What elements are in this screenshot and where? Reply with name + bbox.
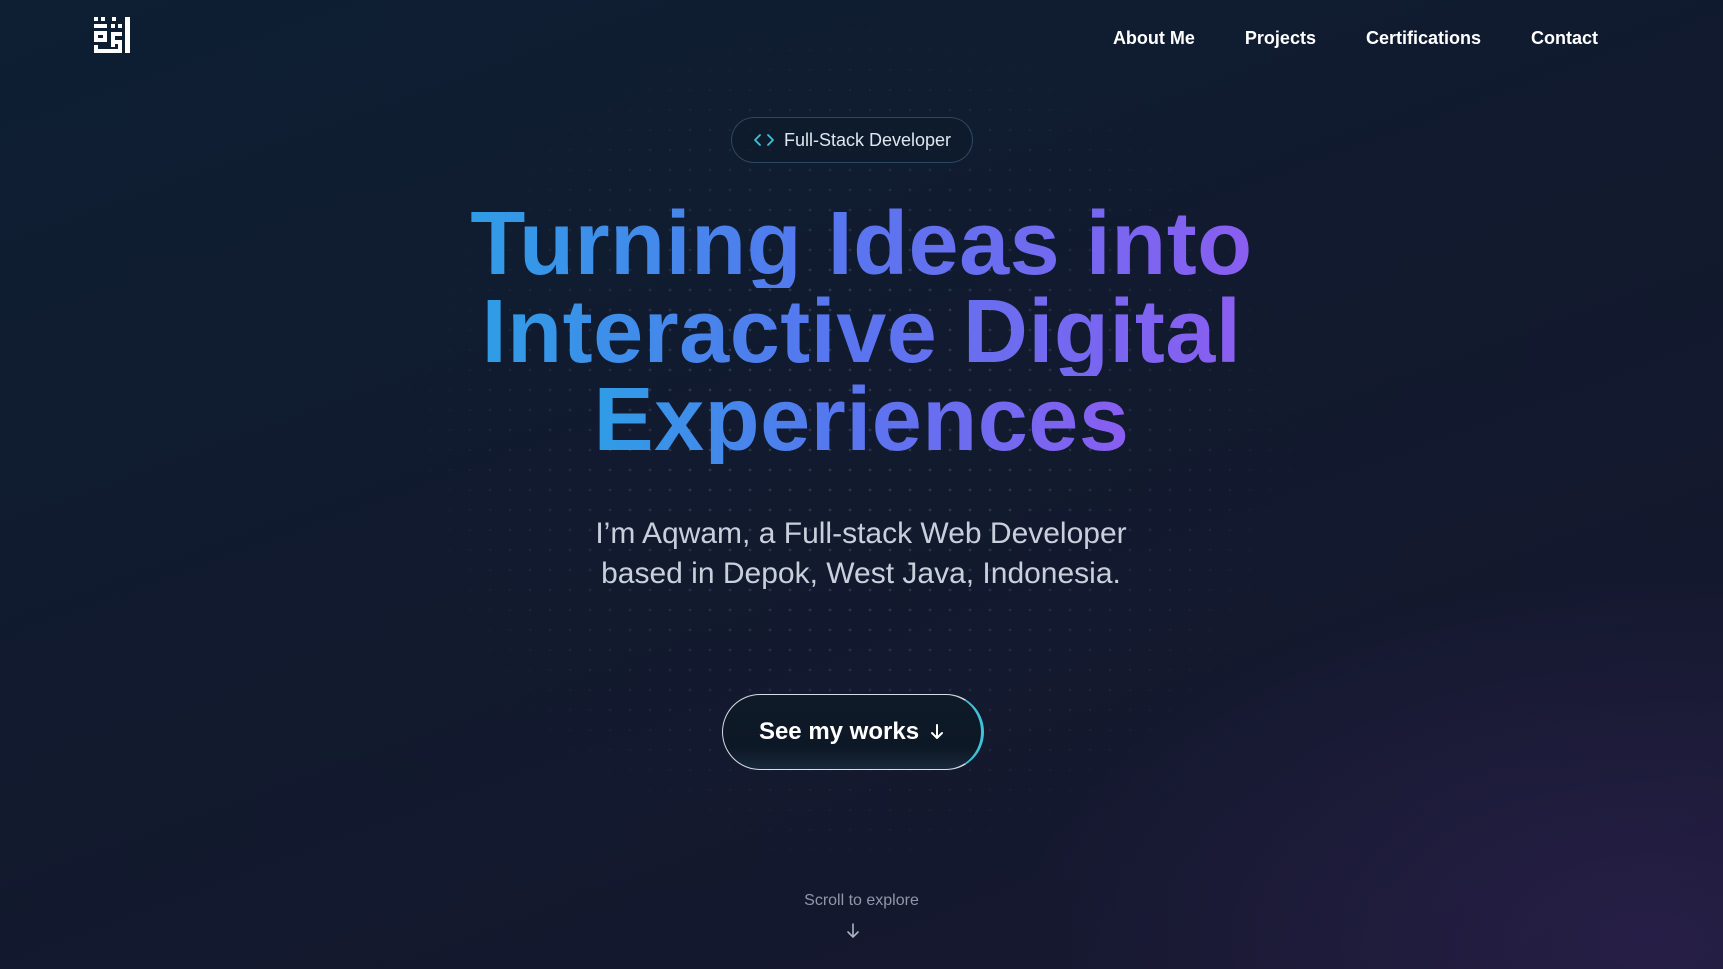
see-my-works-label: See my works bbox=[758, 718, 920, 745]
monogram-logo-icon[interactable] bbox=[92, 15, 132, 55]
nav-link-about-me[interactable]: About Me bbox=[1113, 28, 1195, 49]
nav-link-certifications[interactable]: Certifications bbox=[1366, 28, 1481, 49]
headline-line-3: Experiences bbox=[593, 370, 1130, 470]
site-header: About Me Projects Certifications Contact bbox=[0, 0, 1723, 80]
scroll-hint-label: Scroll to explore bbox=[804, 892, 919, 909]
nav-link-contact[interactable]: Contact bbox=[1531, 28, 1598, 49]
main-nav: About Me Projects Certifications Contact bbox=[1113, 28, 1598, 49]
hero-subtitle: I’m Aqwam, a Full-stack Web Developer ba… bbox=[595, 517, 1127, 590]
headline-line-2: Interactive Digital bbox=[481, 282, 1242, 382]
role-badge-label: Full-Stack Developer bbox=[783, 129, 952, 150]
arrow-down-icon bbox=[931, 724, 944, 739]
role-badge: Full-Stack Developer bbox=[731, 117, 973, 163]
nav-link-projects[interactable]: Projects bbox=[1245, 28, 1316, 49]
see-my-works-button[interactable]: See my works bbox=[722, 694, 984, 770]
hero-headline: Turning Ideas into Interactive Digital E… bbox=[0, 194, 1723, 470]
code-brackets-icon bbox=[754, 134, 774, 146]
headline-line-1: Turning Ideas into bbox=[470, 194, 1253, 294]
scroll-arrow-down-icon[interactable] bbox=[845, 922, 861, 940]
